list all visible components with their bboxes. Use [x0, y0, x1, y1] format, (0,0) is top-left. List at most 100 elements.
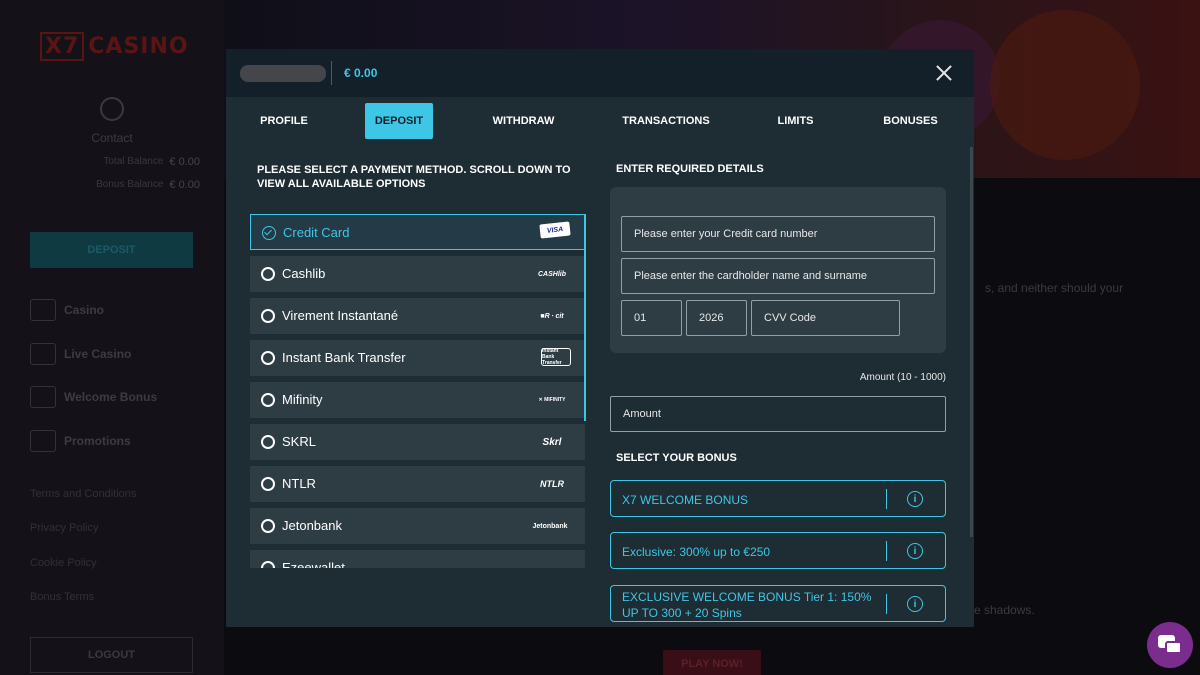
bonus-label: EXCLUSIVE WELCOME BONUS Tier 1: 150% UP … [622, 590, 872, 620]
bonus-label: X7 WELCOME BONUS [622, 493, 749, 507]
payment-method-credit-card[interactable]: Credit Card VISA [250, 214, 585, 250]
payment-method-list[interactable]: Credit Card VISA Cashlib CASHlib Viremen… [250, 214, 586, 568]
modal-tabs: PROFILE DEPOSIT WITHDRAW TRANSACTIONS LI… [226, 103, 974, 139]
username-redacted [240, 65, 326, 82]
divider [886, 594, 887, 614]
casino-logo[interactable]: X7 CASINO [40, 32, 189, 61]
check-circle-icon [262, 226, 276, 240]
divider [331, 61, 332, 85]
radio-icon [261, 393, 275, 407]
bonus-option[interactable]: X7 WELCOME BONUS i [610, 480, 946, 517]
tab-transactions[interactable]: TRANSACTIONS [611, 103, 721, 139]
sidebar-item-label: Casino [64, 303, 105, 317]
amount-range-note: Amount (10 - 1000) [859, 372, 946, 383]
payment-method-skrl[interactable]: SKRL Skrl [250, 424, 585, 460]
payment-method-label: Instant Bank Transfer [282, 350, 406, 365]
payment-method-jetonbank[interactable]: Jetonbank Jetonbank [250, 508, 585, 544]
sidebar-item-label: Welcome Bonus [64, 390, 158, 404]
background-text: e shadows. [974, 603, 1035, 617]
card-number-input[interactable] [621, 216, 935, 252]
radio-icon [261, 309, 275, 323]
payment-method-label: Virement Instantané [282, 308, 399, 323]
radio-icon [261, 267, 275, 281]
payment-method-label: Jetonbank [282, 518, 342, 533]
close-icon[interactable] [936, 65, 952, 81]
virement-logo-icon: ■R ∙ cit [540, 312, 564, 320]
tab-withdraw[interactable]: WITHDRAW [481, 103, 566, 139]
payment-method-label: SKRL [282, 434, 316, 449]
promotions-icon [30, 430, 56, 452]
payment-method-cashlib[interactable]: Cashlib CASHlib [250, 256, 585, 292]
payment-method-instant-bank[interactable]: Instant Bank Transfer Instant Bank Trans… [250, 340, 585, 376]
modal-header: € 0.00 [226, 49, 974, 97]
bonus-balance-row: Bonus Balance € 0.00 [30, 179, 200, 191]
expiry-month-select[interactable] [621, 300, 682, 336]
radio-icon [261, 351, 275, 365]
modal-scrollbar[interactable] [970, 147, 973, 537]
cashlib-logo-icon: CASHlib [538, 270, 566, 278]
ntlr-logo-icon: NTLR [540, 479, 564, 489]
gift-icon [30, 386, 56, 408]
logout-button[interactable]: LOGOUT [30, 637, 193, 673]
play-now-button[interactable]: PLAY NOW! [663, 650, 761, 675]
skrl-logo-icon: Skrl [542, 436, 562, 448]
amount-input[interactable] [610, 396, 946, 432]
total-balance-row: Total Balance € 0.00 [30, 156, 200, 168]
radio-icon [261, 477, 275, 491]
casino-icon [30, 299, 56, 321]
sidebar-item-promotions[interactable]: Promotions [30, 430, 131, 452]
chat-icon [1165, 641, 1182, 654]
payment-method-label: Mifinity [282, 392, 323, 407]
info-icon[interactable]: i [907, 543, 923, 559]
total-balance-label: Total Balance [103, 156, 164, 167]
sidebar-item-live-casino[interactable]: Live Casino [30, 343, 131, 365]
radio-icon [261, 561, 275, 568]
cardholder-name-input[interactable] [621, 258, 935, 294]
hero-decoration [990, 10, 1140, 160]
terms-link[interactable]: Terms and Conditions [30, 488, 136, 500]
total-balance-value: € 0.00 [169, 156, 200, 168]
tab-bonuses[interactable]: BONUSES [873, 103, 948, 139]
bonus-option[interactable]: Exclusive: 300% up to €250 i [610, 532, 946, 569]
payment-method-label: Cashlib [282, 266, 326, 281]
tab-profile[interactable]: PROFILE [248, 103, 320, 139]
sidebar-item-welcome-bonus[interactable]: Welcome Bonus [30, 386, 157, 408]
background-text: s, and neither should your [985, 281, 1124, 295]
payment-method-label: Ezeewallet [282, 560, 345, 568]
payment-method-label: NTLR [282, 476, 316, 491]
cookie-link[interactable]: Cookie Policy [30, 557, 97, 569]
info-icon[interactable]: i [907, 596, 923, 612]
sidebar-item-label: Live Casino [64, 347, 132, 361]
sidebar-deposit-button[interactable]: DEPOSIT [30, 232, 193, 268]
bonus-terms-link[interactable]: Bonus Terms [30, 591, 94, 603]
payment-method-ezeewallet[interactable]: Ezeewallet [250, 550, 585, 568]
contact-icon[interactable] [100, 97, 124, 121]
info-icon[interactable]: i [907, 491, 923, 507]
tab-deposit[interactable]: DEPOSIT [365, 103, 433, 139]
bank-transfer-logo-icon: Instant Bank Transfer [541, 348, 571, 366]
payment-method-mifinity[interactable]: Mifinity ✕ MIFINITY [250, 382, 585, 418]
bonus-label: Exclusive: 300% up to €250 [622, 545, 771, 559]
tab-limits[interactable]: LIMITS [763, 103, 828, 139]
divider [886, 541, 887, 561]
privacy-link[interactable]: Privacy Policy [30, 522, 98, 534]
contact-label[interactable]: Contact [0, 131, 224, 145]
radio-icon [261, 435, 275, 449]
balance-value: € 0.00 [344, 66, 378, 80]
bonus-option[interactable]: EXCLUSIVE WELCOME BONUS Tier 1: 150% UP … [610, 585, 946, 622]
payment-method-ntlr[interactable]: NTLR NTLR [250, 466, 585, 502]
bonus-title: SELECT YOUR BONUS [616, 452, 737, 464]
bonus-balance-label: Bonus Balance [96, 179, 164, 190]
payment-method-virement[interactable]: Virement Instantané ■R ∙ cit [250, 298, 585, 334]
sidebar-item-casino[interactable]: Casino [30, 299, 104, 321]
account-modal: € 0.00 PROFILE DEPOSIT WITHDRAW TRANSACT… [226, 49, 974, 627]
expiry-year-select[interactable] [686, 300, 747, 336]
live-casino-icon [30, 343, 56, 365]
payment-method-title: PLEASE SELECT A PAYMENT METHOD. SCROLL D… [257, 164, 571, 190]
cvv-input[interactable] [751, 300, 900, 336]
radio-icon [261, 519, 275, 533]
payment-list-scrollbar[interactable] [584, 214, 586, 421]
chat-button[interactable] [1147, 622, 1193, 668]
mifinity-logo-icon: ✕ MIFINITY [538, 397, 566, 403]
jetonbank-logo-icon: Jetonbank [532, 522, 568, 530]
